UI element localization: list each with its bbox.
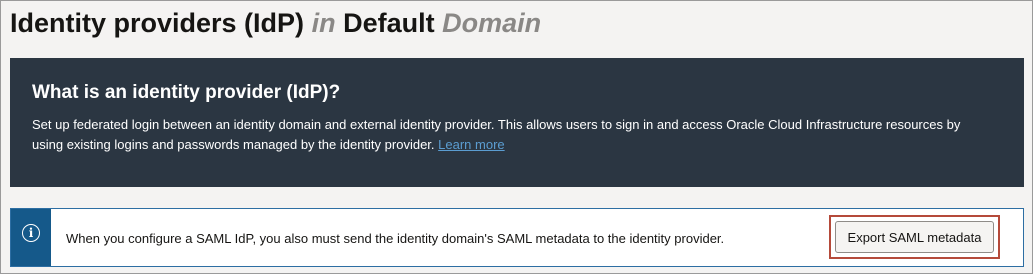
export-saml-metadata-button[interactable]: Export SAML metadata: [835, 221, 994, 253]
page-title-domain-name: Default: [343, 8, 435, 38]
page-title: Identity providers (IdP) in Default Doma…: [10, 5, 541, 41]
info-icon: i: [22, 224, 40, 242]
info-banner: What is an identity provider (IdP)? Set …: [10, 58, 1024, 187]
info-banner-description: Set up federated login between an identi…: [32, 115, 992, 155]
page-title-in: in: [311, 8, 336, 38]
info-banner-title: What is an identity provider (IdP)?: [32, 82, 341, 103]
page-title-main: Identity providers (IdP): [10, 8, 305, 38]
page-frame: Identity providers (IdP) in Default Doma…: [0, 0, 1033, 274]
export-button-highlight: Export SAML metadata: [829, 215, 1000, 259]
notice-stripe: i: [11, 209, 51, 266]
learn-more-link[interactable]: Learn more: [438, 137, 504, 152]
page-title-domain-word: Domain: [442, 8, 542, 38]
saml-notice: i When you configure a SAML IdP, you als…: [10, 208, 1024, 267]
notice-text: When you configure a SAML IdP, you also …: [66, 231, 725, 246]
